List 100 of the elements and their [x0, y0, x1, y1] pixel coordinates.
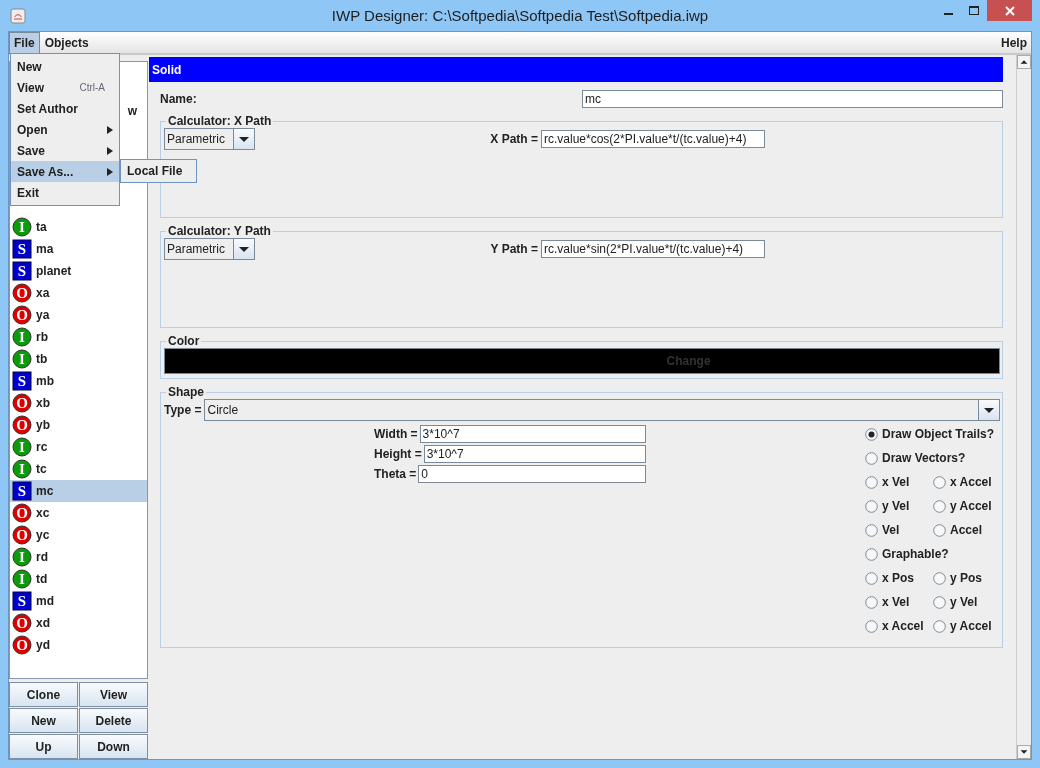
- output-badge-icon: O: [12, 635, 32, 655]
- radio-icon[interactable]: [933, 571, 946, 585]
- list-item[interactable]: I rd: [10, 546, 147, 568]
- action-button[interactable]: View: [79, 682, 148, 707]
- radio-option[interactable]: Accel: [933, 521, 1001, 539]
- radio-icon[interactable]: [865, 523, 878, 537]
- list-item[interactable]: I rc: [10, 436, 147, 458]
- submenu-menu[interactable]: Local File: [120, 159, 198, 183]
- menu-item[interactable]: Objects: [39, 31, 94, 54]
- radio-icon[interactable]: [865, 499, 878, 513]
- app-icon: [10, 7, 26, 24]
- input-badge-icon: I: [12, 217, 32, 237]
- menu-item[interactable]: File: [9, 31, 40, 54]
- mode-dropdown[interactable]: Parametric: [164, 128, 255, 150]
- list-item[interactable]: O xb: [10, 392, 147, 414]
- radio-icon[interactable]: [933, 475, 946, 489]
- radio-icon[interactable]: [865, 571, 878, 585]
- window-title: IWP Designer: C:\Softpedia\Softpedia Test\Softpedia.iwp: [330, 7, 710, 24]
- dimension-label: Width =: [374, 427, 418, 441]
- menu-entry[interactable]: Set Author: [11, 98, 119, 119]
- dimension-field[interactable]: 0: [418, 465, 646, 483]
- path-field[interactable]: rc.value*cos(2*PI.value*t/(tc.value)+4): [541, 130, 765, 148]
- list-item[interactable]: S planet: [10, 260, 147, 282]
- output-badge-icon: O: [12, 393, 32, 413]
- list-item[interactable]: S md: [10, 590, 147, 612]
- solid-badge-icon: S: [12, 239, 32, 259]
- list-item[interactable]: O yc: [10, 524, 147, 546]
- input-badge-icon: I: [12, 437, 32, 457]
- scrollbar[interactable]: [1016, 55, 1031, 759]
- radio-icon[interactable]: [933, 595, 946, 609]
- list-item[interactable]: S ma: [10, 238, 147, 260]
- radio-option[interactable]: Draw Vectors?: [865, 449, 966, 467]
- radio-option[interactable]: x Pos: [865, 569, 933, 587]
- scroll-down-icon[interactable]: [1017, 745, 1031, 759]
- action-button[interactable]: Up: [9, 734, 78, 759]
- type-label: Type =: [164, 403, 202, 417]
- radio-option[interactable]: x Accel: [865, 617, 933, 635]
- radio-icon[interactable]: [865, 475, 878, 489]
- list-item[interactable]: O yb: [10, 414, 147, 436]
- menu-entry[interactable]: Save: [11, 140, 119, 161]
- list-item[interactable]: S mb: [10, 370, 147, 392]
- name-field[interactable]: mc: [582, 90, 1003, 108]
- close-icon: [1004, 5, 1015, 16]
- list-item[interactable]: S mc: [10, 480, 147, 502]
- radio-option[interactable]: y Pos: [933, 569, 1001, 587]
- radio-option[interactable]: Draw Object Trails?: [865, 425, 995, 443]
- radio-option[interactable]: y Accel: [933, 497, 1001, 515]
- input-badge-icon: I: [12, 547, 32, 567]
- radio-icon[interactable]: [865, 451, 878, 465]
- action-button[interactable]: Down: [79, 734, 148, 759]
- radio-option[interactable]: x Accel: [933, 473, 1001, 491]
- list-item[interactable]: O xd: [10, 612, 147, 634]
- radio-icon[interactable]: [865, 595, 878, 609]
- list-item[interactable]: O yd: [10, 634, 147, 656]
- input-badge-icon: I: [12, 569, 32, 589]
- radio-icon[interactable]: [933, 499, 946, 513]
- menu-entry[interactable]: View Ctrl-A: [11, 77, 119, 98]
- mode-dropdown[interactable]: Parametric: [164, 238, 255, 260]
- action-button[interactable]: Delete: [79, 708, 148, 733]
- menu-entry[interactable]: Exit: [11, 182, 119, 203]
- action-button[interactable]: New: [9, 708, 78, 733]
- list-item[interactable]: O xc: [10, 502, 147, 524]
- list-item[interactable]: O ya: [10, 304, 147, 326]
- radio-option[interactable]: x Vel: [865, 593, 933, 611]
- radio-option[interactable]: x Vel: [865, 473, 933, 491]
- radio-option[interactable]: y Accel: [933, 617, 1001, 635]
- scroll-up-icon[interactable]: [1017, 55, 1031, 69]
- input-badge-icon: I: [12, 459, 32, 479]
- path-label: X Path =: [490, 132, 538, 146]
- close-button[interactable]: [987, 0, 1032, 21]
- menu-entry[interactable]: New: [11, 56, 119, 77]
- radio-option[interactable]: Graphable?: [865, 545, 949, 563]
- menu-entry[interactable]: Save As...: [11, 161, 119, 182]
- radio-icon[interactable]: [865, 427, 878, 441]
- radio-icon[interactable]: [933, 619, 946, 633]
- radio-icon[interactable]: [865, 619, 878, 633]
- list-item[interactable]: I td: [10, 568, 147, 590]
- shortcut-label: Ctrl-A: [79, 82, 105, 93]
- type-dropdown[interactable]: Circle: [204, 399, 1000, 421]
- list-item[interactable]: O xa: [10, 282, 147, 304]
- list-item[interactable]: I tb: [10, 348, 147, 370]
- output-badge-icon: O: [12, 305, 32, 325]
- maximize-icon: [968, 5, 980, 16]
- radio-icon[interactable]: [933, 523, 946, 537]
- menu-entry[interactable]: Open: [11, 119, 119, 140]
- list-item-fragment: w: [127, 104, 137, 118]
- radio-icon[interactable]: [865, 547, 878, 561]
- path-field[interactable]: rc.value*sin(2*PI.value*t/(tc.value)+4): [541, 240, 765, 258]
- dimension-field[interactable]: 3*10^7: [423, 445, 646, 463]
- menu-item[interactable]: Help: [997, 35, 1031, 50]
- list-item[interactable]: I rb: [10, 326, 147, 348]
- dimension-field[interactable]: 3*10^7: [419, 425, 646, 443]
- action-button[interactable]: Clone: [9, 682, 78, 707]
- radio-option[interactable]: y Vel: [933, 593, 1001, 611]
- radio-option[interactable]: Vel: [865, 521, 933, 539]
- radio-option[interactable]: y Vel: [865, 497, 933, 515]
- list-item[interactable]: I tc: [10, 458, 147, 480]
- list-item[interactable]: I ta: [10, 216, 147, 238]
- group-title: Color: [167, 334, 201, 348]
- group-title: Shape: [167, 385, 205, 399]
